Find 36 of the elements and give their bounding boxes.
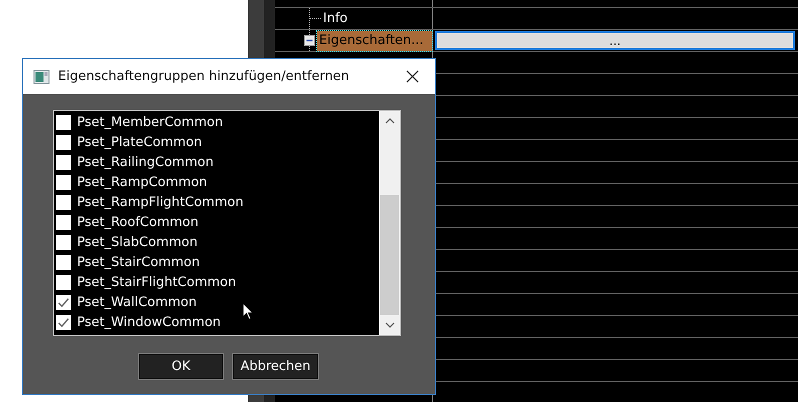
item-label[interactable]: Pset_MemberCommon (77, 114, 224, 130)
checkbox[interactable] (56, 154, 71, 170)
checkbox[interactable] (56, 194, 71, 210)
item-label[interactable]: Pset_SlabCommon (77, 234, 198, 250)
dialog-button[interactable]: OK (138, 353, 224, 380)
checkbox[interactable] (56, 234, 71, 250)
item-label[interactable]: Pset_PlateCommon (77, 134, 202, 150)
scroll-down-icon[interactable] (384, 322, 394, 328)
property-label[interactable]: Eigenschaften... (317, 30, 432, 50)
item-label[interactable]: Pset_RampCommon (77, 174, 208, 190)
collapse-icon[interactable] (304, 35, 315, 46)
window-icon (33, 70, 50, 84)
checkbox[interactable] (56, 314, 71, 330)
browse-button[interactable]: ... (435, 31, 795, 50)
item-label[interactable]: Pset_RailingCommon (77, 154, 214, 170)
checkbox[interactable] (56, 174, 71, 190)
checkbox[interactable] (56, 214, 71, 230)
property-label[interactable]: Info (321, 8, 350, 28)
item-label[interactable]: Pset_WindowCommon (77, 314, 221, 330)
scroll-thumb[interactable] (380, 195, 399, 315)
item-label[interactable]: Pset_StairCommon (77, 254, 200, 270)
mouse-cursor-icon (242, 302, 254, 321)
item-label[interactable]: Pset_StairFlightCommon (77, 274, 236, 290)
dialog-title: Eigenschaftengruppen hinzufügen/entfernen (58, 69, 350, 84)
item-label[interactable]: Pset_RampFlightCommon (77, 194, 244, 210)
checkbox[interactable] (56, 114, 71, 130)
close-icon[interactable] (406, 70, 419, 83)
checkbox[interactable] (56, 254, 71, 270)
scrollbar[interactable] (379, 111, 400, 335)
item-label[interactable]: Pset_RoofCommon (77, 214, 198, 230)
checkbox[interactable] (56, 294, 71, 310)
checkbox[interactable] (56, 274, 71, 290)
checkbox[interactable] (56, 134, 71, 150)
item-label[interactable]: Pset_WallCommon (77, 294, 197, 310)
dialog-button[interactable]: Abbrechen (232, 353, 319, 380)
scroll-up-icon[interactable] (384, 118, 394, 124)
